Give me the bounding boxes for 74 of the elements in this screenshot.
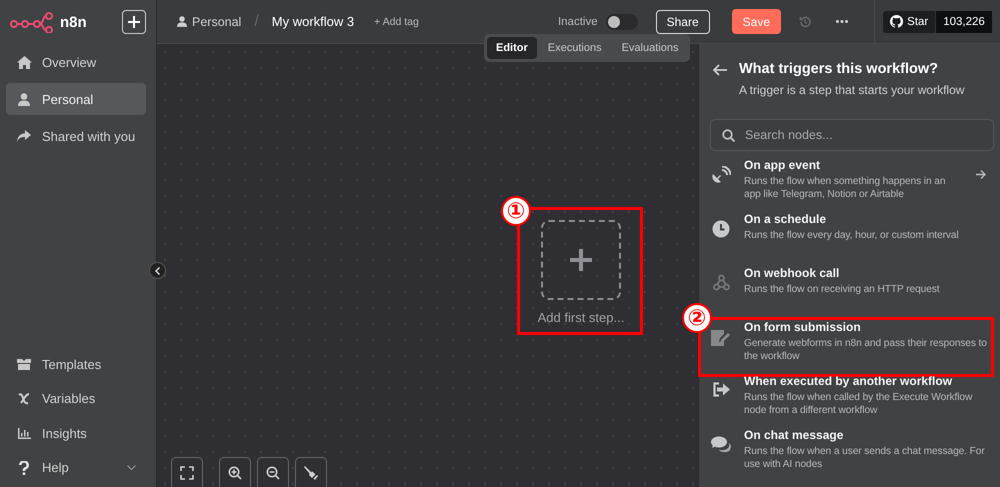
github-star-button[interactable]: Star 103,226 — [883, 10, 992, 32]
activation-label: Inactive — [558, 16, 598, 28]
fit-view-button[interactable] — [171, 457, 203, 487]
chevron-left-icon — [155, 266, 160, 274]
add-first-step-label: Add first step... — [536, 310, 626, 325]
github-icon — [890, 15, 904, 28]
person-icon — [177, 16, 187, 27]
trigger-option[interactable]: When executed by another workflow Runs the flow when called by the Execute Workflow node from a different workflow — [711, 374, 1000, 428]
zoom-out-icon — [266, 466, 280, 480]
tidy-up-button[interactable] — [295, 457, 327, 487]
trigger-description: Runs the flow when called by the Execute Workflow node from a different workflow — [744, 391, 974, 418]
fit-view-icon — [180, 466, 194, 480]
sidebar-item[interactable]: Overview — [6, 46, 146, 78]
trigger-description: Generate webforms in n8n and pass their responses to the workflow — [744, 337, 988, 364]
more-options-icon[interactable] — [836, 20, 848, 23]
panel-subtitle: A trigger is a step that starts your workflow — [739, 83, 964, 97]
trigger-title: On chat message — [744, 428, 844, 442]
bar-chart-icon — [18, 428, 30, 438]
zoom-in-button[interactable] — [219, 457, 251, 487]
trigger-title: When executed by another workflow — [744, 374, 954, 388]
trigger-description: Runs the flow when something happens in an app like Telegram, Notion or Airtable — [744, 175, 946, 202]
arrow-right-icon — [976, 170, 986, 179]
webhook-icon — [712, 274, 730, 291]
trigger-option[interactable]: On webhook call Runs the flow on receiving an HTTP request — [711, 266, 1000, 320]
trigger-description: Runs the flow every day, hour, or custom interval — [744, 229, 960, 242]
trigger-title: On a schedule — [744, 212, 828, 226]
panel-title: What triggers this workflow? — [739, 61, 939, 77]
back-arrow-icon[interactable] — [713, 64, 727, 76]
share-arrow-icon — [17, 130, 31, 142]
trigger-title: On webhook call — [744, 266, 840, 280]
zoom-out-button[interactable] — [257, 457, 289, 487]
sidebar-item[interactable]: Personal — [6, 83, 146, 115]
trigger-option[interactable]: On app event Runs the flow when something happens in an app like Telegram, Notion or Airtable — [711, 158, 1000, 212]
app-name: n8n — [60, 14, 87, 30]
sidebar-item[interactable]: Help — [6, 452, 146, 482]
sidebar-item[interactable]: Templates — [6, 349, 146, 379]
trigger-description: Runs the flow when a user sends a chat message. For use with AI nodes — [744, 445, 986, 472]
view-tab[interactable]: Executions — [538, 37, 611, 59]
view-tab[interactable]: Editor — [487, 37, 537, 59]
home-icon — [16, 56, 32, 68]
view-tab[interactable]: Evaluations — [612, 37, 688, 59]
trigger-option[interactable]: On chat message Runs the flow when a user sends a chat message. For use with AI nodes — [711, 428, 1000, 482]
broom-icon — [304, 466, 318, 480]
step-number-callout: ① — [501, 196, 531, 226]
create-button[interactable] — [122, 10, 146, 34]
sidebar-item[interactable]: Variables — [6, 384, 146, 414]
trigger-title: On app event — [744, 158, 822, 172]
person-icon — [18, 92, 30, 106]
question-mark-icon — [19, 460, 29, 474]
breadcrumb-separator: / — [254, 12, 259, 30]
workflow-name[interactable]: My workflow 3 — [272, 14, 354, 29]
add-tag-link[interactable]: + Add tag — [374, 16, 419, 28]
project-link[interactable]: Personal — [192, 14, 242, 28]
box-icon — [17, 358, 31, 370]
add-first-step-button[interactable] — [541, 220, 621, 300]
variable-x-icon — [18, 392, 30, 405]
form-pen-icon — [711, 328, 731, 346]
trigger-option[interactable]: On a schedule Runs the flow every day, hour, or custom interval — [711, 212, 1000, 266]
plus-icon — [570, 249, 592, 271]
zoom-in-icon — [228, 466, 242, 480]
share-button[interactable]: Share — [656, 10, 710, 34]
trigger-title: On form submission — [744, 320, 862, 334]
chevron-down-icon — [127, 464, 136, 470]
trigger-option[interactable]: On form submission Generate webforms in n8n and pass their responses to the workflow — [711, 320, 991, 374]
sidebar-item[interactable]: Shared with you — [6, 120, 146, 152]
n8n-logo-icon — [10, 11, 54, 33]
clock-icon — [712, 220, 730, 238]
trigger-description: Runs the flow on receiving an HTTP request — [744, 283, 941, 296]
activation-toggle[interactable] — [606, 14, 638, 30]
sign-in-arrow-icon — [712, 382, 730, 397]
search-field[interactable]: Search nodes... — [710, 119, 994, 151]
sidebar-item[interactable]: Insights — [6, 418, 146, 448]
chat-bubbles-icon — [711, 436, 731, 453]
plus-icon — [128, 16, 140, 28]
